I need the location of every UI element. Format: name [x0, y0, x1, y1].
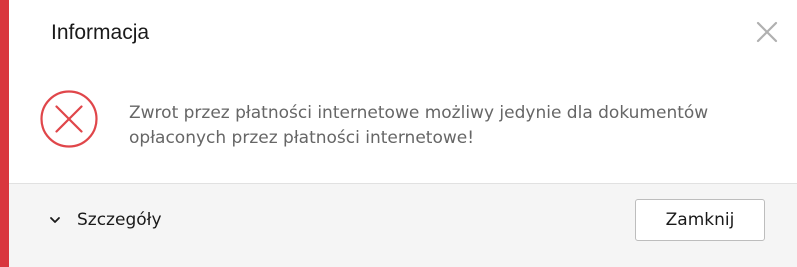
dialog-footer: Szczegóły Zamknij: [9, 183, 797, 267]
dialog-body: Zwrot przez płatności internetowe możliw…: [9, 68, 797, 183]
details-label: Szczegóły: [77, 210, 162, 230]
dialog-title: Informacja: [51, 21, 150, 44]
chevron-down-icon: [50, 217, 60, 223]
dialog-header: Informacja: [9, 0, 797, 68]
close-icon[interactable]: [755, 20, 779, 44]
dialog-message: Zwrot przez płatności internetowe możliw…: [129, 103, 709, 148]
error-circle-icon: [39, 89, 99, 149]
information-dialog: Informacja Zwrot przez płatności interne…: [0, 0, 797, 267]
close-button[interactable]: Zamknij: [635, 199, 765, 241]
details-toggle[interactable]: Szczegóły: [49, 208, 162, 232]
